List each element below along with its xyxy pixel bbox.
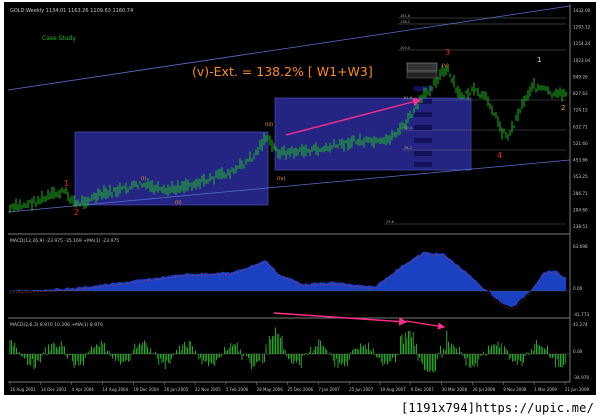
price-tick-label: 1432.00	[573, 8, 591, 13]
time-tick-label: 5 Feb 2006	[226, 387, 249, 392]
time-tick-label: 30 Mar 2008	[442, 387, 468, 392]
fib-tag	[414, 125, 432, 130]
time-tick-label: 7 Jan 2007	[318, 387, 340, 392]
fib-level-label: 61.8	[404, 96, 412, 100]
price-tick-label: 1293.12	[573, 25, 591, 30]
sub-wave-iii: (iii)	[265, 122, 273, 128]
time-tick-label: 28 May 2006	[257, 387, 284, 392]
time-tick-label: 22 Nov 2005	[195, 387, 221, 392]
watermark-text: [1191x794]https://upic.me/	[400, 401, 594, 415]
price-tick-label: 724.15	[573, 108, 588, 113]
price-tick-label: 1023.04	[573, 58, 591, 63]
fib-level-label: 50.0	[404, 126, 412, 130]
fib-tag	[414, 86, 432, 91]
price-tick-label: 286.71	[573, 191, 588, 196]
sub-wave-ii: (ii)	[175, 200, 182, 206]
time-tick-label: 19 Dec 2004	[133, 387, 159, 392]
fib-level-label: 138.2	[400, 20, 410, 24]
time-tick-label: 20 Jul 2008	[473, 387, 496, 392]
macd2-tick-label: -34.970	[573, 375, 589, 380]
fib-level-label: 38.2	[404, 146, 412, 150]
time-tick-label: 25 Dec 2006	[288, 387, 314, 392]
price-tick-label: 827.63	[573, 91, 588, 96]
wave-3-top: 3	[445, 48, 450, 57]
fib-tag	[414, 112, 432, 117]
wave-2-low: 2	[74, 208, 79, 217]
macd1-title: MACD(12,26,9) -23.975 -35.169 +MA(1) -23…	[10, 238, 119, 244]
macd1-tick-label: 0.00	[573, 286, 583, 291]
case-study-label: Case Study	[42, 35, 76, 42]
post-wave-2: 2	[561, 104, 565, 112]
price-tick-label: 453.66	[573, 158, 588, 163]
macd2-title: MACD(2,6,3) 8.970 10.206 +MA(1) 8.970	[10, 322, 103, 328]
fib-tag	[414, 138, 432, 143]
time-tick-label: 16 Aug 2002	[10, 387, 36, 392]
time-tick-label: 9 Dec 2007	[411, 387, 434, 392]
fib-tag	[414, 162, 432, 167]
price-tick-label: 353.25	[573, 174, 588, 179]
macd1-tick-label: 63.698	[573, 244, 588, 249]
time-tick-label: 4 Apr 2004	[72, 387, 95, 392]
footer-bar: [1191x794]https://upic.me/	[0, 398, 600, 419]
macd2-tick-label: 41.274	[573, 322, 588, 327]
target-price-tag	[406, 62, 438, 72]
sub-wave-v: (v)	[442, 63, 449, 69]
fib-level-label: 161.8	[400, 14, 410, 18]
price-tick-label: 238.51	[573, 224, 588, 229]
time-tick-label: 25 Jun 2007	[349, 387, 374, 392]
wave-1-top: 1	[64, 179, 69, 188]
post-wave-1: 1	[537, 56, 541, 64]
price-tick-label: 632.71	[573, 124, 588, 129]
price-tick-label: 949.26	[573, 74, 588, 79]
time-tick-label: 14 Aug 2004	[103, 387, 129, 392]
fib-level-label: 23.6	[386, 220, 394, 224]
target-price-tag-2	[406, 71, 438, 79]
fib-level-label: 100.0	[400, 46, 410, 50]
time-tick-label: 19 Aug 2007	[380, 387, 406, 392]
consolidation-box-2	[274, 97, 472, 171]
macd2-tick-label: 0.00	[573, 349, 583, 354]
macd1-tick-label: -41.773	[573, 312, 589, 317]
time-tick-label: 21 Jun 2009	[565, 387, 590, 392]
sub-wave-iv: (iv)	[277, 176, 285, 182]
wave-4-low: 4	[497, 151, 502, 160]
time-tick-label: 1 Mar 2009	[534, 387, 557, 392]
time-tick-label: 9 Nov 2008	[503, 387, 527, 392]
sub-wave-i: (i)	[141, 176, 146, 182]
time-tick-label: 14 Dec 2003	[41, 387, 67, 392]
price-tick-label: 521.60	[573, 141, 588, 146]
window-title: GOLD,Weekly 1134.01 1163.26 1109.63 1160…	[10, 8, 133, 14]
time-tick-label: 26 Jun 2005	[164, 387, 189, 392]
chart-window: GOLD,Weekly 1134.01 1163.26 1109.63 1160…	[4, 2, 596, 395]
price-tick-label: 294.60	[573, 207, 588, 212]
extension-headline: (v)-Ext. = 138.2% [ W1+W3]	[192, 64, 373, 79]
chart-canvas: GOLD,Weekly 1134.01 1163.26 1109.63 1160…	[4, 2, 596, 395]
fib-tag	[414, 151, 432, 156]
price-tick-label: 1154.24	[573, 41, 591, 46]
